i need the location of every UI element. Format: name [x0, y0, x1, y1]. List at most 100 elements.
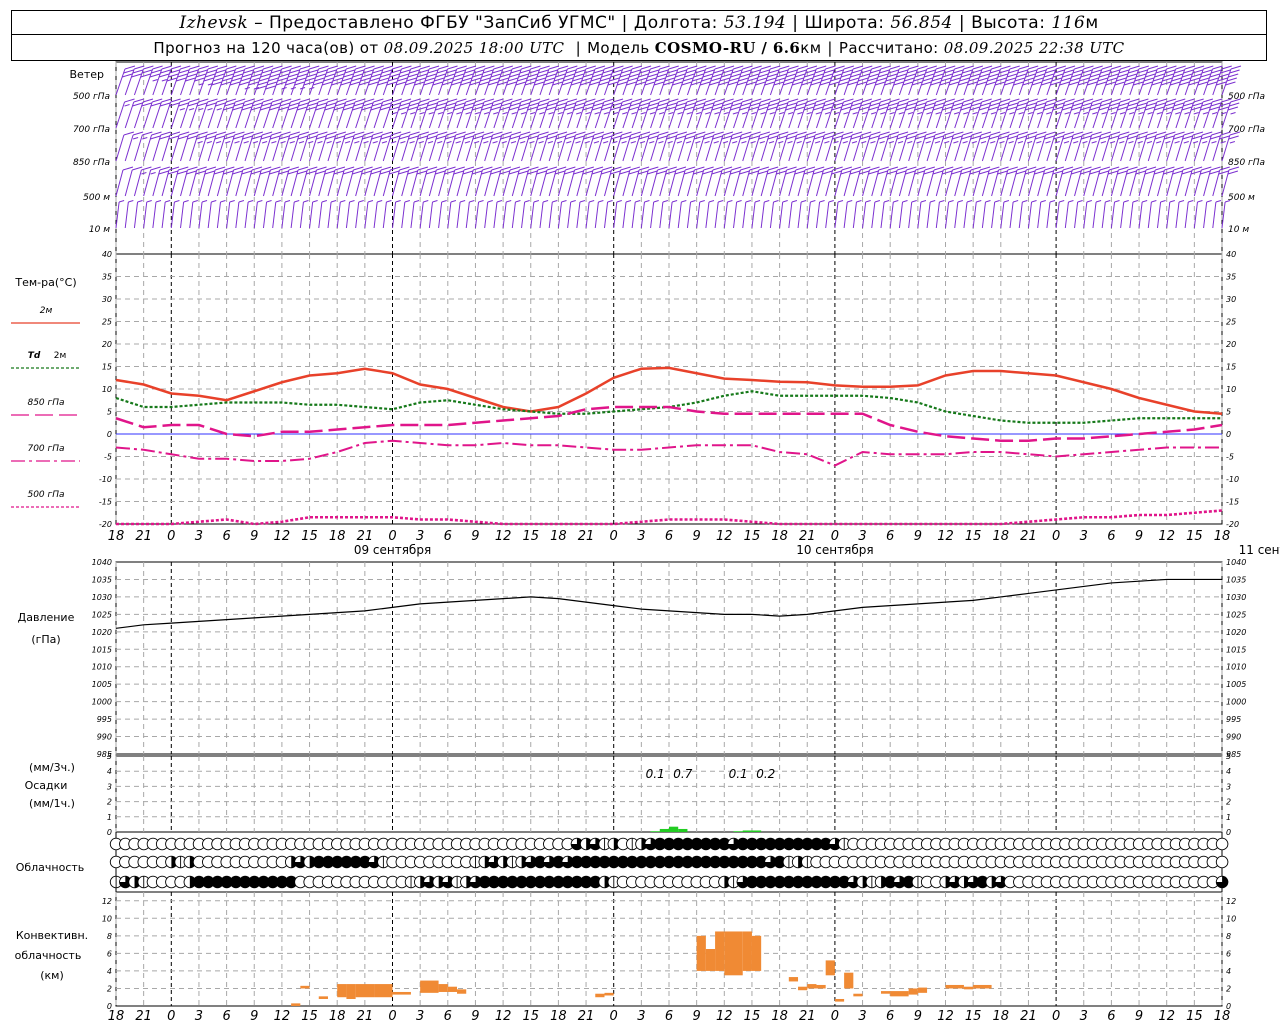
wind-barb-flag: [1044, 102, 1056, 107]
wind-barb-flag: [815, 98, 826, 103]
wind-barb-flag: [340, 81, 351, 86]
wind-barb-half: [539, 112, 545, 115]
wind-barb: [1046, 98, 1066, 129]
wind-barb-flag: [372, 69, 383, 74]
wind-barb-half: [455, 141, 461, 144]
wind-barb-half: [1040, 200, 1046, 203]
wind-barb-flag: [785, 73, 796, 78]
wind-barb-half: [685, 141, 692, 144]
wind-barb-half: [312, 200, 318, 203]
wind-barb-flag: [897, 102, 908, 107]
wind-barb-flag: [205, 73, 216, 78]
wind-barb-half: [953, 112, 960, 115]
wind-barb-flag: [232, 73, 243, 78]
wind-barb: [226, 200, 235, 229]
wind-barb: [143, 166, 161, 197]
wind-barb-half: [907, 112, 914, 115]
wind-barb-half: [764, 200, 770, 203]
wind-barb-flag: [859, 135, 871, 140]
wind-barb: [926, 166, 945, 197]
wind-barb: [1101, 98, 1121, 129]
wind-barb-flag: [804, 135, 815, 140]
wind-barb: [327, 200, 337, 229]
wind-barb-flag: [553, 77, 565, 82]
wind-barb-staff: [382, 201, 387, 229]
wind-barb-flag: [158, 73, 170, 78]
wind-barb-flag: [456, 65, 467, 70]
wind-barb-flag: [821, 77, 832, 82]
wind-barb-flag: [471, 170, 483, 175]
time-tick-label: 0: [831, 1009, 839, 1024]
wind-barb: [1184, 200, 1194, 229]
time-tick-label: 21: [578, 529, 595, 544]
wind-barb: [456, 131, 476, 162]
precip-y-tick-right: 1: [1226, 813, 1231, 822]
wind-barb-flag: [1052, 73, 1064, 78]
wind-barb-flag: [1218, 106, 1229, 111]
wind-barb-flag: [1136, 102, 1148, 107]
wind-barb-flag: [1092, 98, 1103, 103]
wind-barb: [1129, 166, 1147, 197]
wind-barb-flag: [426, 135, 437, 140]
wind-barb-flag: [1157, 65, 1168, 70]
precip-3h-label: 0.7: [673, 767, 692, 781]
wind-barb-flag: [555, 135, 566, 140]
time-tick-label: 21: [578, 1009, 595, 1024]
wind-barb-flag: [519, 166, 530, 171]
wind-barb-flag: [878, 135, 889, 140]
wind-barb-flag: [714, 98, 725, 103]
wind-barb: [613, 98, 633, 129]
wind-barb-flag: [188, 131, 199, 136]
temp-y-tick-right: 15: [1226, 363, 1236, 372]
wind-barb: [345, 131, 365, 162]
wind-barb-flag: [776, 170, 787, 175]
wind-barb-flag: [1172, 73, 1184, 78]
wind-barb-flag: [831, 73, 843, 78]
wind-barb-half: [883, 200, 890, 203]
wind-barb-flag: [582, 106, 593, 111]
wind-barb-flag: [950, 77, 961, 82]
time-tick-label: 3: [637, 529, 645, 544]
wind-barb-half: [419, 112, 425, 115]
wind-barb-flag: [712, 102, 724, 107]
wind-barb-flag: [972, 98, 983, 103]
wind-barb: [972, 166, 991, 197]
wind-barb-staff: [1074, 201, 1079, 229]
wind-barb-flag: [308, 131, 319, 136]
wind-barb: [115, 131, 135, 162]
wind-barb-flag: [602, 69, 613, 74]
time-tick-label: 3: [416, 529, 424, 544]
wind-barb: [309, 166, 327, 197]
wind-barb: [696, 131, 715, 162]
wind-barb-flag: [813, 170, 824, 175]
wind-barb-flag: [1201, 69, 1213, 74]
wind-barb-half: [668, 112, 674, 115]
wind-barb: [1092, 98, 1112, 129]
wind-barb-flag: [186, 170, 197, 175]
wind-barb-flag: [960, 73, 972, 78]
wind-level-label-right: 850 гПа: [1228, 158, 1265, 168]
wind-barb-half: [511, 112, 517, 115]
time-tick-label: 21: [1020, 529, 1037, 544]
wind-barb-flag: [1023, 77, 1035, 82]
wind-barb-flag: [1045, 131, 1056, 136]
wind-barb-half: [1105, 200, 1111, 203]
wind-barb-half: [718, 200, 724, 203]
wind-barb-flag: [132, 69, 143, 74]
wind-barb-flag: [824, 98, 836, 103]
time-tick-label: 3: [1080, 529, 1088, 544]
wind-barb-flag: [951, 73, 962, 78]
wind-barb: [1064, 131, 1084, 162]
wind-barb-flag: [536, 170, 547, 175]
conv-bar: [844, 972, 854, 989]
time-tick-label: 0: [1052, 1009, 1060, 1024]
wind-barb-half: [404, 200, 410, 203]
wind-barb-half: [1156, 112, 1162, 115]
wind-barb: [502, 131, 522, 162]
wind-barb-flag: [387, 77, 399, 82]
wind-barb-flag: [196, 135, 207, 140]
wind-barb: [143, 131, 162, 162]
wind-barb-flag: [1143, 77, 1155, 82]
wind-barb-half: [1091, 141, 1097, 144]
wind-barb-half: [880, 112, 886, 115]
